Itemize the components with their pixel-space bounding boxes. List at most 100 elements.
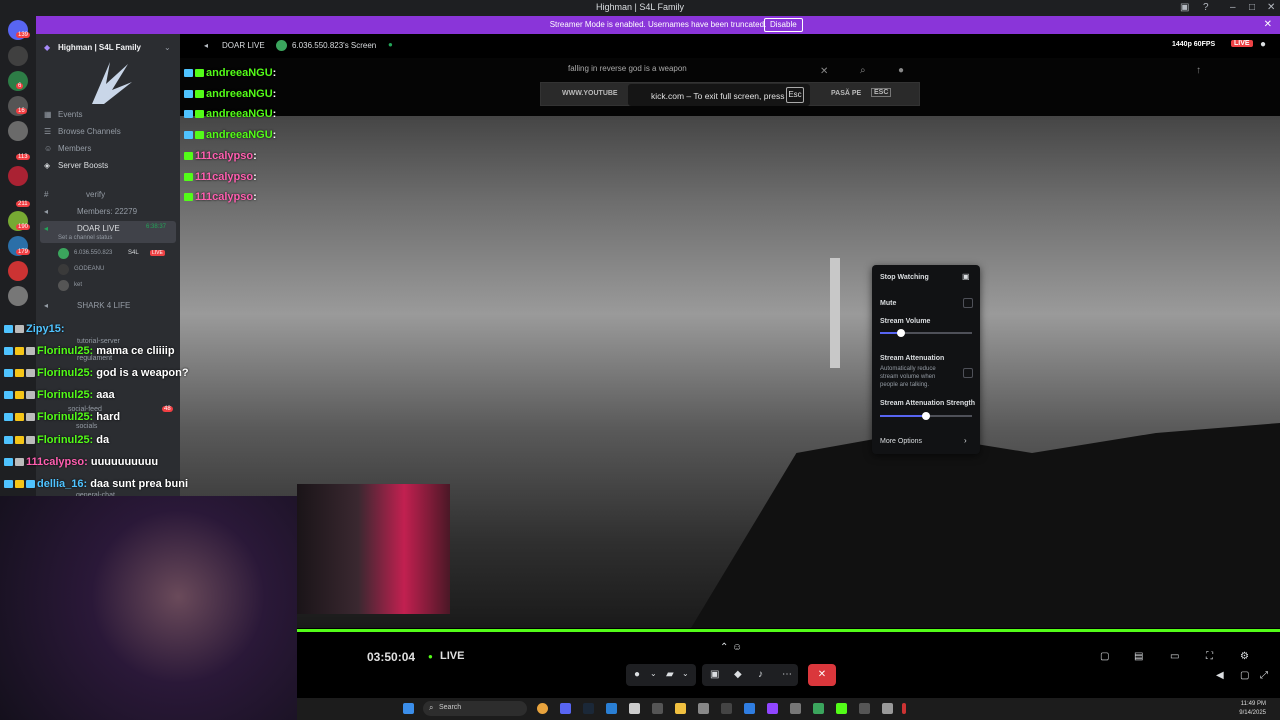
layout-icon[interactable]: ▤ (1134, 651, 1143, 662)
slider-handle[interactable] (897, 329, 906, 337)
chat-icon[interactable]: ● (1260, 39, 1266, 50)
help-icon[interactable]: ? (1203, 2, 1209, 13)
webcam-right (297, 484, 450, 614)
app-icon[interactable] (813, 703, 824, 714)
expand-icon[interactable]: ⤢ (1260, 670, 1268, 681)
app-icon[interactable] (790, 703, 801, 714)
chevron-down-icon[interactable]: ⌄ (682, 669, 689, 678)
discord-icon[interactable] (560, 703, 571, 714)
inbox-icon[interactable]: ▣ (1180, 2, 1189, 13)
voice-channel-icon: ◂ (44, 301, 49, 310)
app-icon[interactable] (859, 703, 870, 714)
picture-in-picture-icon[interactable]: ▭ (1170, 651, 1179, 662)
steam-icon[interactable] (583, 703, 594, 714)
mute-checkbox[interactable] (963, 298, 973, 308)
twitch-icon[interactable] (767, 703, 778, 714)
app-icon[interactable] (721, 703, 732, 714)
app-icon[interactable] (698, 703, 709, 714)
app-icon[interactable] (744, 703, 755, 714)
avatar[interactable] (58, 264, 69, 275)
attenuation-checkbox[interactable] (963, 368, 973, 378)
file-explorer-icon[interactable] (675, 703, 686, 714)
stream-quality: 1440p 60FPS (1172, 41, 1216, 48)
vscode-icon[interactable] (606, 703, 617, 714)
channel-time: 6:38:37 (146, 224, 167, 230)
maximize-icon[interactable]: □ (1249, 2, 1255, 13)
voice-user[interactable]: GODEANU (74, 266, 104, 272)
clear-search-icon: ✕ (820, 66, 829, 77)
stop-watching-icon[interactable]: ▣ (962, 272, 970, 281)
avatar[interactable] (58, 248, 69, 259)
live-badge: LIVE (150, 250, 165, 256)
channel-verify[interactable]: verify (86, 190, 105, 199)
minimize-icon[interactable]: – (1230, 2, 1236, 13)
chevron-up-icon[interactable]: ⌃ (720, 642, 728, 653)
volume-icon[interactable]: ◀ (1216, 670, 1224, 681)
chevron-down-icon[interactable]: ⌄ (650, 669, 657, 678)
voice-connected-icon: ◂ (44, 224, 49, 233)
channel-doar-live[interactable]: DOAR LIVE (77, 224, 120, 233)
stream-volume-popout: Stop Watching ▣ Mute Stream Volume Strea… (872, 265, 980, 454)
chat-message: andreeaNGU: (184, 67, 276, 79)
voice-channel-icon: ◂ (204, 41, 209, 50)
windows-start-icon[interactable] (403, 703, 414, 714)
window-titlebar: Highman | S4L Family ▣ ? – □ ✕ (0, 0, 1280, 16)
app-icon[interactable] (652, 703, 663, 714)
microphone-icon[interactable]: ● (634, 669, 640, 680)
taskbar-clock[interactable]: 11:49 PM 9/14/2025 (1239, 700, 1266, 718)
server-icon[interactable] (8, 261, 28, 281)
camera-off-icon[interactable]: ▰ (666, 669, 674, 680)
stream-progress-bar[interactable] (297, 629, 1280, 632)
chevron-right-icon[interactable]: › (964, 436, 967, 445)
app-icon[interactable] (629, 703, 640, 714)
attenuation-label: Stream Attenuation (880, 355, 945, 362)
voice-user[interactable]: ket (74, 282, 82, 288)
server-icon[interactable] (8, 166, 28, 186)
avatar[interactable] (58, 280, 69, 291)
server-icon[interactable] (8, 121, 28, 141)
disable-streamer-mode-button[interactable]: Disable (764, 18, 803, 32)
sidebar-item-members[interactable]: Members (58, 144, 91, 153)
chevron-down-icon[interactable]: ⌄ (164, 43, 171, 52)
close-icon[interactable]: ✕ (1267, 2, 1275, 13)
attenuation-strength-slider[interactable] (880, 412, 972, 420)
server-name[interactable]: Highman | S4L Family (58, 43, 141, 52)
chrome-icon[interactable] (537, 703, 548, 714)
xbox-icon[interactable] (836, 703, 847, 714)
slider-fill (880, 415, 926, 417)
popout-icon[interactable]: ▢ (1100, 651, 1109, 662)
slider-handle[interactable] (922, 412, 930, 420)
chat-message: Florinul25: hard (4, 411, 120, 423)
more-options-button[interactable]: More Options (880, 438, 922, 445)
sidebar-item-server-boosts[interactable]: Server Boosts (58, 161, 108, 170)
fullscreen-icon[interactable]: ⛶ (1206, 651, 1213, 662)
activity-icon[interactable]: ◆ (734, 669, 742, 680)
channel-tutorial[interactable]: tutorial-server (77, 338, 120, 345)
screen-share-icon[interactable]: ▣ (710, 669, 719, 680)
more-icon[interactable]: ⋯ (782, 669, 792, 680)
people-icon[interactable]: ☺ (732, 642, 742, 653)
server-icon[interactable] (8, 286, 28, 306)
app-icon[interactable] (902, 703, 906, 714)
chat-message: andreeaNGU: (184, 129, 276, 141)
channel-status[interactable]: Set a channel status (58, 235, 112, 241)
channel-members-count[interactable]: Members: 22279 (77, 207, 137, 216)
settings-icon[interactable]: ⚙ (1240, 651, 1249, 662)
app-icon[interactable] (882, 703, 893, 714)
voice-user[interactable]: 6.036.550.823 (74, 250, 112, 256)
channel-shark[interactable]: SHARK 4 LIFE (77, 301, 130, 310)
stop-watching-button[interactable]: Stop Watching (880, 274, 929, 281)
popout-window-icon[interactable]: ▢ (1240, 670, 1249, 681)
sidebar-item-browse-channels[interactable]: Browse Channels (58, 127, 121, 136)
close-banner-icon[interactable]: ✕ (1264, 19, 1272, 30)
channel-socials[interactable]: socials (76, 423, 97, 430)
disconnect-button[interactable]: ✕ (808, 664, 836, 686)
soundboard-icon[interactable]: ♪ (758, 669, 763, 680)
sidebar-item-events[interactable]: Events (58, 110, 82, 119)
server-icon[interactable] (8, 46, 28, 66)
microphone-icon: ● (898, 65, 905, 76)
stream-volume-slider[interactable] (880, 329, 972, 337)
upload-icon: ↑ (1196, 65, 1201, 76)
taskbar-search[interactable]: ⌕ Search (423, 701, 527, 716)
stream-channel-name[interactable]: DOAR LIVE (222, 41, 265, 50)
